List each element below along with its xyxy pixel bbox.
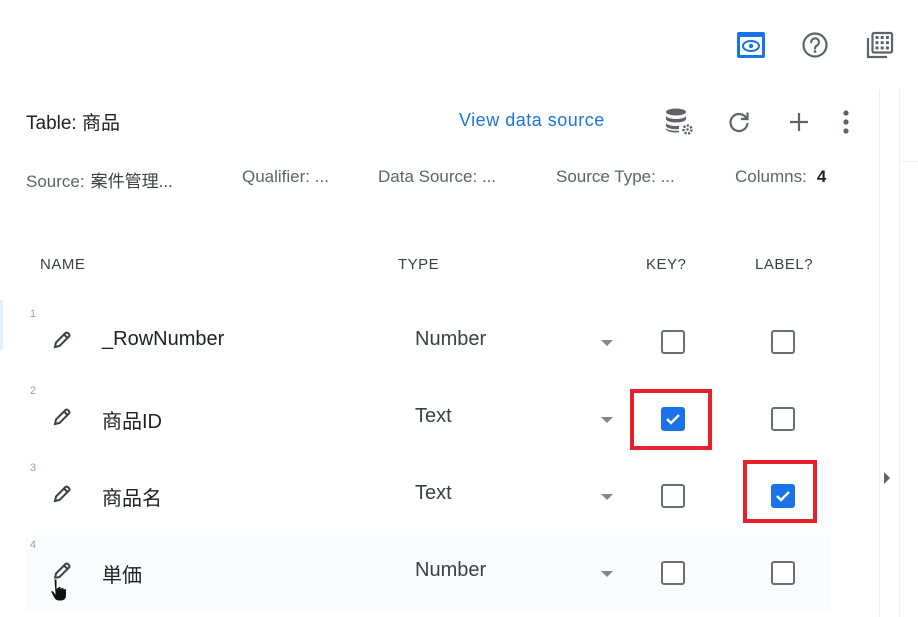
table-row: 3 商品名 Text bbox=[26, 458, 831, 534]
label-checkbox[interactable] bbox=[771, 407, 795, 431]
label-checkbox[interactable] bbox=[771, 561, 795, 585]
dropdown-caret-icon bbox=[601, 571, 613, 577]
column-type-value: Text bbox=[415, 405, 452, 427]
hand-cursor-icon bbox=[50, 578, 67, 602]
row-number: 4 bbox=[30, 539, 37, 551]
meta-data-source[interactable]: Data Source: ... bbox=[378, 167, 496, 187]
more-options-button[interactable] bbox=[830, 106, 862, 138]
pencil-icon bbox=[53, 408, 71, 426]
meta-qualifier[interactable]: Qualifier: ... bbox=[242, 167, 329, 187]
selection-indicator bbox=[0, 300, 3, 350]
label-checkbox[interactable] bbox=[771, 484, 795, 508]
view-data-source-link[interactable]: View data source bbox=[459, 110, 605, 131]
column-type-select[interactable]: Text bbox=[401, 391, 619, 447]
refresh-icon bbox=[729, 112, 749, 133]
gallery-icon bbox=[866, 31, 894, 59]
preview-icon bbox=[737, 32, 765, 58]
refresh-button[interactable] bbox=[723, 106, 755, 138]
more-vert-icon bbox=[843, 110, 849, 134]
meta-source-label: Source: bbox=[26, 172, 85, 191]
column-type-select[interactable]: Number bbox=[401, 545, 619, 601]
row-number: 1 bbox=[30, 308, 37, 320]
table-title: Table: 商品 bbox=[26, 113, 120, 134]
panel-divider-horizontal bbox=[901, 161, 918, 162]
table-row: 1 _RowNumber Number bbox=[26, 304, 831, 380]
meta-source-value: 案件管理... bbox=[90, 172, 173, 191]
column-name: 商品名 bbox=[102, 488, 162, 510]
column-type-value: Number bbox=[415, 328, 487, 350]
column-header-label: LABEL? bbox=[755, 256, 814, 273]
data-source-settings-button[interactable] bbox=[664, 106, 696, 138]
column-name: 商品ID bbox=[102, 411, 162, 433]
meta-columns: Columns: 4 bbox=[735, 167, 826, 187]
column-header-type: TYPE bbox=[398, 256, 440, 273]
meta-source-type[interactable]: Source Type: ... bbox=[556, 167, 675, 187]
column-type-value: Text bbox=[415, 482, 452, 504]
database-settings-icon bbox=[666, 108, 693, 135]
panel-divider-right bbox=[899, 90, 900, 617]
edit-column-button[interactable] bbox=[50, 482, 74, 506]
table-meta: Source: 案件管理... Qualifier: ... Data Sourc… bbox=[26, 167, 866, 191]
key-checkbox[interactable] bbox=[661, 561, 685, 585]
row-number: 3 bbox=[30, 462, 37, 474]
checkmark-icon bbox=[776, 491, 790, 502]
meta-source[interactable]: Source: 案件管理... bbox=[26, 167, 173, 192]
label-checkbox[interactable] bbox=[771, 330, 795, 354]
help-button[interactable] bbox=[798, 28, 832, 62]
plus-icon bbox=[790, 113, 808, 131]
column-type-select[interactable]: Text bbox=[401, 468, 619, 524]
table-row: 2 商品ID Text bbox=[26, 381, 831, 457]
dropdown-caret-icon bbox=[601, 417, 613, 423]
checkmark-icon bbox=[666, 414, 680, 425]
key-checkbox[interactable] bbox=[661, 330, 685, 354]
column-name: _RowNumber bbox=[102, 328, 225, 350]
pencil-icon bbox=[53, 331, 71, 349]
column-type-select[interactable]: Number bbox=[401, 314, 619, 370]
column-header-name: NAME bbox=[40, 256, 86, 273]
column-name: 単価 bbox=[102, 565, 142, 587]
dropdown-caret-icon bbox=[601, 494, 613, 500]
table-header: Table: 商品 View data source bbox=[26, 106, 866, 138]
meta-columns-value: 4 bbox=[816, 167, 827, 186]
key-checkbox[interactable] bbox=[661, 407, 685, 431]
key-checkbox[interactable] bbox=[661, 484, 685, 508]
expand-panel-arrow-icon[interactable] bbox=[884, 472, 890, 484]
help-icon bbox=[802, 32, 828, 58]
row-number: 2 bbox=[30, 385, 37, 397]
pencil-icon bbox=[53, 485, 71, 503]
column-type-value: Number bbox=[415, 559, 487, 581]
panel-divider bbox=[879, 90, 880, 617]
preview-toggle-button[interactable] bbox=[734, 28, 768, 62]
table-row: 4 単価 Number bbox=[26, 535, 831, 611]
add-column-button[interactable] bbox=[783, 106, 815, 138]
dropdown-caret-icon bbox=[601, 340, 613, 346]
gallery-button[interactable] bbox=[863, 28, 897, 62]
meta-columns-label: Columns: bbox=[735, 167, 807, 186]
column-header-key: KEY? bbox=[646, 256, 687, 273]
edit-column-button[interactable] bbox=[50, 405, 74, 429]
edit-column-button[interactable] bbox=[50, 328, 74, 352]
